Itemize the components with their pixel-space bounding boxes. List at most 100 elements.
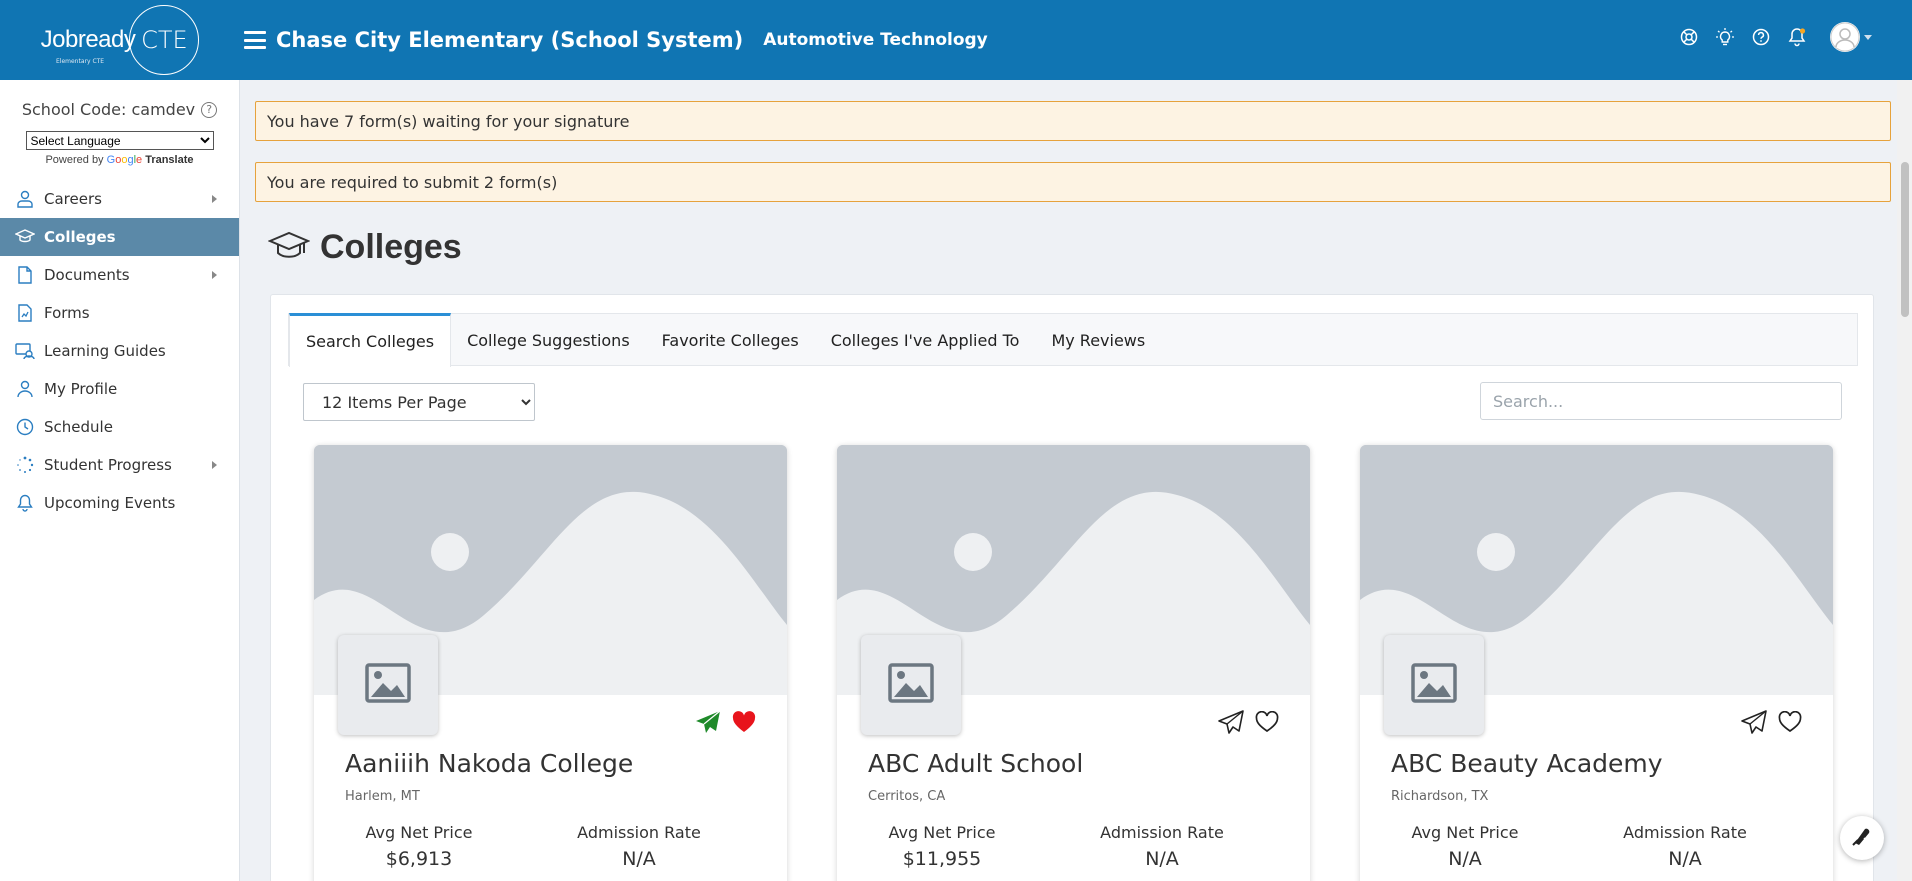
tab-college-suggestions[interactable]: College Suggestions — [451, 314, 646, 366]
image-icon — [365, 663, 411, 707]
page-scrollbar[interactable] — [1897, 80, 1912, 881]
jobready-cte-logo[interactable]: Jobready CTE Elementary CTE — [0, 0, 240, 80]
language-select[interactable]: Select Language — [25, 131, 214, 150]
school-name: Chase City Elementary (School System) — [276, 28, 744, 52]
graduation-cap-icon — [15, 227, 35, 247]
sidebar-item-label: Documents — [44, 266, 130, 284]
stat-value: N/A — [1668, 848, 1702, 870]
sidebar-item-my-profile[interactable]: My Profile — [0, 370, 239, 408]
sidebar-item-careers[interactable]: Careers — [0, 180, 239, 218]
favorite-heart-icon[interactable] — [1254, 709, 1280, 735]
college-name[interactable]: ABC Adult School — [868, 749, 1083, 778]
sidebar-item-colleges[interactable]: Colleges — [0, 218, 239, 256]
college-location: Harlem, MT — [345, 789, 420, 804]
header-icon-group — [1678, 22, 1872, 52]
college-name[interactable]: Aaniiih Nakoda College — [345, 749, 633, 778]
admission-rate-stat: Admission Rate N/A — [549, 823, 729, 870]
user-menu[interactable] — [1822, 22, 1872, 52]
apply-paper-plane-icon[interactable] — [1741, 709, 1767, 735]
college-logo-placeholder — [1384, 635, 1484, 735]
feedback-icon — [1850, 824, 1874, 852]
stat-value: $6,913 — [385, 848, 453, 870]
favorite-heart-icon[interactable] — [1777, 709, 1803, 735]
signature-alert-text: You have 7 form(s) waiting for your sign… — [267, 111, 630, 131]
sidebar-item-label: Careers — [44, 190, 102, 208]
notification-bell-icon[interactable] — [1786, 26, 1808, 48]
google-logo: Google — [106, 154, 143, 166]
card-actions — [695, 709, 757, 735]
card-actions — [1218, 709, 1280, 735]
school-code: School Code: camdev ? — [0, 100, 239, 119]
sidebar-item-label: My Profile — [44, 380, 118, 398]
program-name[interactable]: Automotive Technology — [763, 30, 988, 50]
stat-label: Avg Net Price — [365, 823, 473, 842]
sidebar-item-forms[interactable]: Forms — [0, 294, 239, 332]
stat-value: N/A — [1448, 848, 1482, 870]
translate-link[interactable]: Translate — [145, 154, 193, 166]
sidebar-item-schedule[interactable]: Schedule — [0, 408, 239, 446]
card-actions — [1741, 709, 1803, 735]
image-icon — [888, 663, 934, 707]
tab-search-colleges[interactable]: Search Colleges — [289, 313, 452, 367]
sidebar-item-documents[interactable]: Documents — [0, 256, 239, 294]
submit-alert-text: You are required to submit 2 form(s) — [267, 172, 558, 192]
colleges-panel: Search Colleges College Suggestions Favo… — [270, 294, 1874, 881]
net-price-stat: Avg Net Price N/A — [1375, 823, 1555, 870]
stat-value: N/A — [1145, 848, 1179, 870]
scrollbar-thumb[interactable] — [1901, 162, 1909, 317]
admission-rate-stat: Admission Rate N/A — [1595, 823, 1775, 870]
help-widget-button[interactable] — [1840, 816, 1884, 860]
college-logo-placeholder — [338, 635, 438, 735]
top-navbar: Jobready CTE Elementary CTE Chase City E… — [0, 0, 1912, 80]
college-card[interactable]: ABC Beauty Academy Richardson, TX Avg Ne… — [1360, 445, 1833, 881]
powered-by-text: Powered by — [45, 154, 104, 166]
college-logo-placeholder — [861, 635, 961, 735]
progress-icon — [15, 455, 35, 475]
help-icon[interactable] — [1750, 26, 1772, 48]
graduation-cap-icon — [267, 229, 311, 267]
college-card[interactable]: ABC Adult School Cerritos, CA Avg Net Pr… — [837, 445, 1310, 881]
sidebar-item-label: Learning Guides — [44, 342, 166, 360]
items-per-page-select[interactable]: 12 Items Per Page — [303, 383, 535, 421]
page-title: Colleges — [320, 228, 462, 266]
chevron-right-icon — [212, 195, 217, 203]
sidebar-item-label: Colleges — [44, 228, 116, 246]
google-translate-credit: Powered by Google Translate — [0, 154, 239, 166]
stat-label: Admission Rate — [577, 823, 701, 842]
avatar — [1830, 22, 1860, 52]
sidebar-item-label: Student Progress — [44, 456, 172, 474]
college-card[interactable]: Aaniiih Nakoda College Harlem, MT Avg Ne… — [314, 445, 787, 881]
sidebar-item-upcoming-events[interactable]: Upcoming Events — [0, 484, 239, 522]
tab-favorite-colleges[interactable]: Favorite Colleges — [646, 314, 815, 366]
school-code-help-icon[interactable]: ? — [201, 101, 218, 118]
applied-paper-plane-icon[interactable] — [695, 709, 721, 735]
submit-forms-alert[interactable]: You are required to submit 2 form(s) — [255, 162, 1891, 202]
sidebar-item-learning-guides[interactable]: Learning Guides — [0, 332, 239, 370]
logo-cte-circle: CTE — [129, 5, 200, 75]
apply-paper-plane-icon[interactable] — [1218, 709, 1244, 735]
college-location: Richardson, TX — [1391, 789, 1489, 804]
chevron-down-icon — [1864, 34, 1872, 40]
signature-alert[interactable]: You have 7 form(s) waiting for your sign… — [255, 101, 1891, 141]
sidebar-item-label: Upcoming Events — [44, 494, 176, 512]
careers-icon — [15, 189, 35, 209]
stat-label: Admission Rate — [1623, 823, 1747, 842]
chevron-right-icon — [212, 271, 217, 279]
user-icon — [15, 379, 35, 399]
tab-colleges-applied-to[interactable]: Colleges I've Applied To — [815, 314, 1036, 366]
favorite-heart-icon[interactable] — [731, 709, 757, 735]
college-name[interactable]: ABC Beauty Academy — [1391, 749, 1663, 778]
admission-rate-stat: Admission Rate N/A — [1072, 823, 1252, 870]
sidebar-item-label: Schedule — [44, 418, 113, 436]
search-input[interactable] — [1480, 382, 1842, 420]
page-heading: Colleges — [267, 228, 462, 267]
menu-toggle-button[interactable] — [244, 31, 266, 49]
sidebar-item-student-progress[interactable]: Student Progress — [0, 446, 239, 484]
learning-guides-icon — [15, 341, 35, 361]
tab-my-reviews[interactable]: My Reviews — [1035, 314, 1161, 366]
lightbulb-icon[interactable] — [1714, 26, 1736, 48]
logo-subtitle: Elementary CTE — [56, 58, 105, 65]
bell-icon — [15, 493, 35, 513]
logo-cte-text: CTE — [141, 26, 188, 54]
support-icon[interactable] — [1678, 26, 1700, 48]
